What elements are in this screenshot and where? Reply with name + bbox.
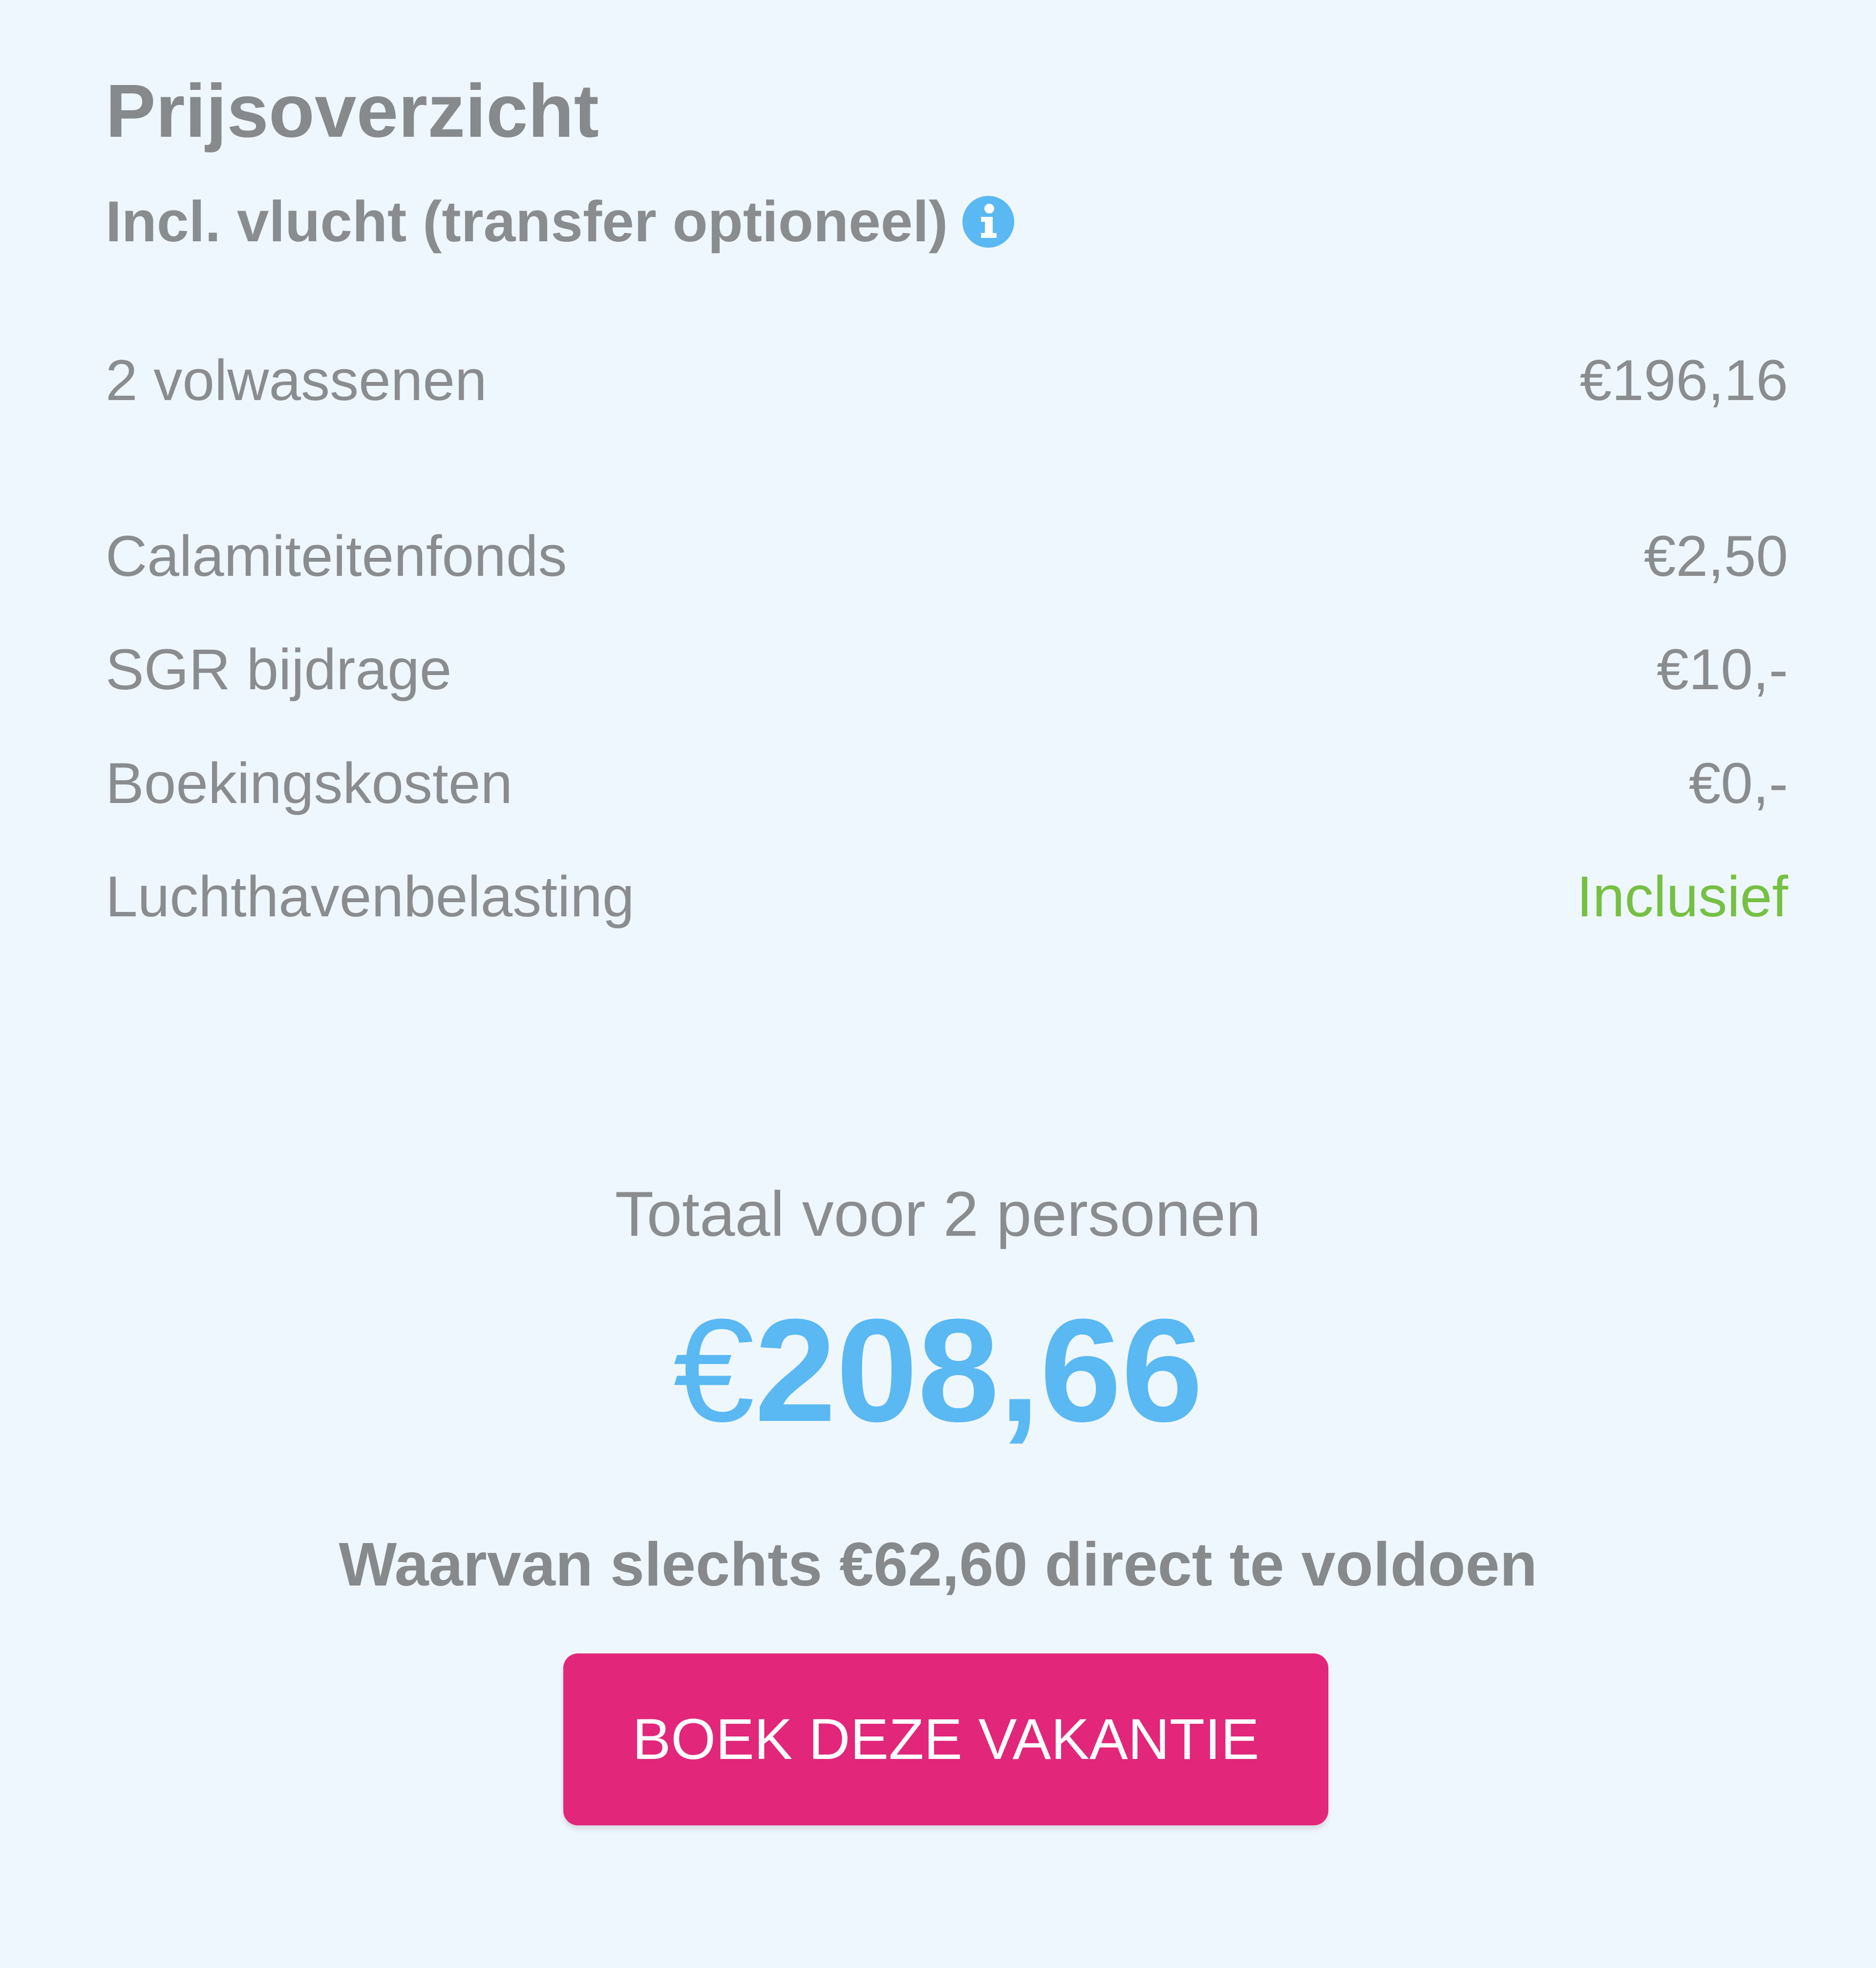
price-row-label: Luchthavenbelasting bbox=[106, 865, 635, 929]
deposit-text: Waarvan slechts €62,60 direct te voldoen bbox=[339, 1530, 1537, 1599]
total-label: Totaal voor 2 personen bbox=[615, 1178, 1261, 1249]
price-row-adults: 2 volwassenen €196,16 bbox=[106, 352, 1788, 409]
price-overview-panel: Prijsoverzicht Incl. vlucht (transfer op… bbox=[0, 0, 1876, 1968]
price-row-value: €196,16 bbox=[1579, 348, 1788, 413]
price-overview-title: Prijsoverzicht bbox=[106, 69, 599, 153]
info-icon[interactable] bbox=[962, 196, 1015, 248]
price-row-label: Boekingskosten bbox=[106, 751, 513, 816]
total-price: €208,66 bbox=[0, 1297, 1876, 1443]
total-amount: 208,66 bbox=[754, 1288, 1203, 1452]
price-overview-subtitle: Incl. vlucht (transfer optioneel) bbox=[106, 190, 1015, 254]
price-row-label: SGR bijdrage bbox=[106, 637, 452, 702]
price-row-airport-tax: Luchthavenbelasting Inclusief bbox=[106, 868, 1788, 926]
price-row-booking-costs: Boekingskosten €0,- bbox=[106, 755, 1788, 812]
price-row-label: Calamiteitenfonds bbox=[106, 524, 567, 589]
included-badge: Inclusief bbox=[1577, 865, 1788, 929]
book-holiday-button[interactable]: BOEK DEZE VAKANTIE bbox=[563, 1653, 1328, 1825]
price-row-calamity-fund: Calamiteitenfonds €2,50 bbox=[106, 528, 1788, 585]
price-row-value: €10,- bbox=[1657, 637, 1788, 702]
price-row-value: €2,50 bbox=[1643, 524, 1788, 589]
total-currency: € bbox=[673, 1288, 755, 1452]
price-row-value: €0,- bbox=[1688, 751, 1788, 816]
subtitle-text: Incl. vlucht (transfer optioneel) bbox=[106, 190, 948, 254]
price-row-label: 2 volwassenen bbox=[106, 348, 487, 413]
price-row-sgr: SGR bijdrage €10,- bbox=[106, 641, 1788, 698]
